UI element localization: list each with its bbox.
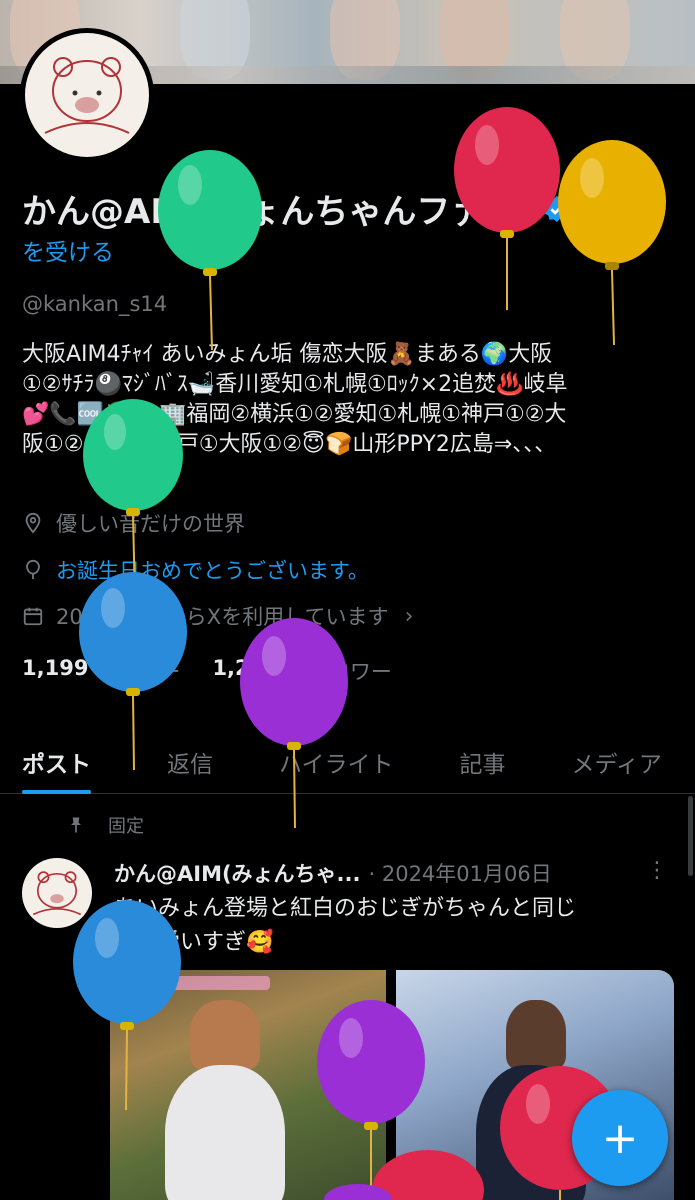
bio-line: 大阪AIM4ﾁｬｲ あいみょん垢 傷恋大阪🧸まある🌍大阪 bbox=[22, 342, 553, 367]
profile-avatar[interactable] bbox=[20, 28, 154, 162]
bio-line: 阪①②🗝️増築神戸①大阪①②😇🍞山形PPY2広島⇒、、、 bbox=[22, 432, 557, 457]
balloon bbox=[240, 618, 348, 829]
bio-line: ①②ｻﾁﾗ🎱ﾏｼﾞﾊﾞｽ🛁香川愛知①札幌①ﾛｯｸ×2追焚♨️岐阜 bbox=[22, 372, 568, 397]
birthday-row[interactable]: お誕生日おめでとうございます。 bbox=[22, 555, 369, 585]
chevron-right-icon[interactable]: › bbox=[405, 604, 414, 629]
pin-icon bbox=[71, 817, 81, 833]
post-author-avatar[interactable] bbox=[22, 858, 92, 928]
bear-illustration bbox=[32, 871, 82, 916]
following-count[interactable]: 1,199 bbox=[22, 656, 88, 686]
verify-link[interactable]: 認証 bbox=[584, 191, 634, 227]
profile-handle: @kankan_s14 bbox=[22, 292, 168, 316]
get-verified-link[interactable]: を受ける bbox=[22, 233, 114, 267]
profile-bio: 大阪AIM4ﾁｬｲ あいみょん垢 傷恋大阪🧸まある🌍大阪 ①②ｻﾁﾗ🎱ﾏｼﾞﾊﾞ… bbox=[22, 340, 677, 460]
profile-tabs: ポスト 返信 ハイライト 記事 メディア bbox=[0, 730, 695, 794]
image-caption-strip bbox=[130, 976, 270, 990]
location-row: 優しい音だけの世界 bbox=[22, 508, 245, 538]
birthday-text[interactable]: お誕生日おめでとうございます。 bbox=[56, 555, 369, 585]
bio-line: 💕📞🆒🍒💫🏢福岡②横浜①②愛知①札幌①神戸①②大 bbox=[22, 402, 567, 427]
person-head bbox=[506, 1000, 566, 1070]
person-head bbox=[190, 1000, 260, 1070]
followers-count[interactable]: 1,239 bbox=[212, 656, 278, 686]
tab-articles[interactable]: 記事 bbox=[460, 730, 506, 794]
post-text-line: あいみょん登場と紅白のおじぎがちゃんと同じ bbox=[114, 896, 577, 921]
balloon bbox=[158, 150, 262, 351]
person-body bbox=[165, 1065, 285, 1200]
post-text: あいみょん登場と紅白のおじぎがちゃんと同じ で可愛いすぎ🥰 bbox=[114, 892, 684, 960]
bear-illustration bbox=[44, 57, 130, 134]
tab-highlights[interactable]: ハイライト bbox=[279, 730, 394, 794]
compose-post-button[interactable]: + bbox=[572, 1090, 668, 1186]
joined-text: 2022年7月からXを利用しています bbox=[56, 605, 389, 629]
scrollbar[interactable] bbox=[688, 796, 693, 876]
pinned-label: 固定 bbox=[108, 816, 144, 837]
post-date[interactable]: · 2024年01月06日 bbox=[369, 858, 552, 888]
location-pin-icon bbox=[25, 512, 41, 534]
joined-row[interactable]: 2022年7月からXを利用しています › bbox=[22, 601, 413, 631]
location-text: 優しい音だけの世界 bbox=[56, 512, 245, 536]
balloon bbox=[558, 140, 666, 346]
followers-label[interactable]: フォロワー bbox=[287, 656, 392, 686]
calendar-icon bbox=[23, 607, 43, 626]
verified-badge-icon[interactable] bbox=[542, 194, 572, 224]
post-text-line: で可愛いすぎ🥰 bbox=[114, 930, 274, 955]
tab-replies[interactable]: 返信 bbox=[167, 730, 213, 794]
tab-media[interactable]: メディア bbox=[572, 730, 662, 794]
more-options-icon[interactable]: ⋮ bbox=[646, 858, 668, 883]
post-header: かん@AIM(みょんちゃ... · 2024年01月06日 ⋮ bbox=[114, 858, 674, 888]
profile-name-row: かん@AIM(みょんちゃんファン) 認証 bbox=[22, 184, 634, 233]
tab-posts[interactable]: ポスト bbox=[22, 730, 91, 794]
following-label[interactable]: フォロー bbox=[96, 656, 180, 686]
post-image[interactable] bbox=[110, 970, 386, 1200]
pinned-indicator: 固定 bbox=[66, 812, 144, 838]
person-body bbox=[476, 1065, 586, 1200]
display-name: かん@AIM(みょんちゃんファン) bbox=[22, 192, 534, 232]
post-author-name[interactable]: かん@AIM(みょんちゃ... bbox=[114, 858, 361, 888]
follow-stats: 1,199 フォロー 1,239 フォロワー bbox=[22, 656, 424, 686]
balloon-icon bbox=[26, 559, 40, 580]
